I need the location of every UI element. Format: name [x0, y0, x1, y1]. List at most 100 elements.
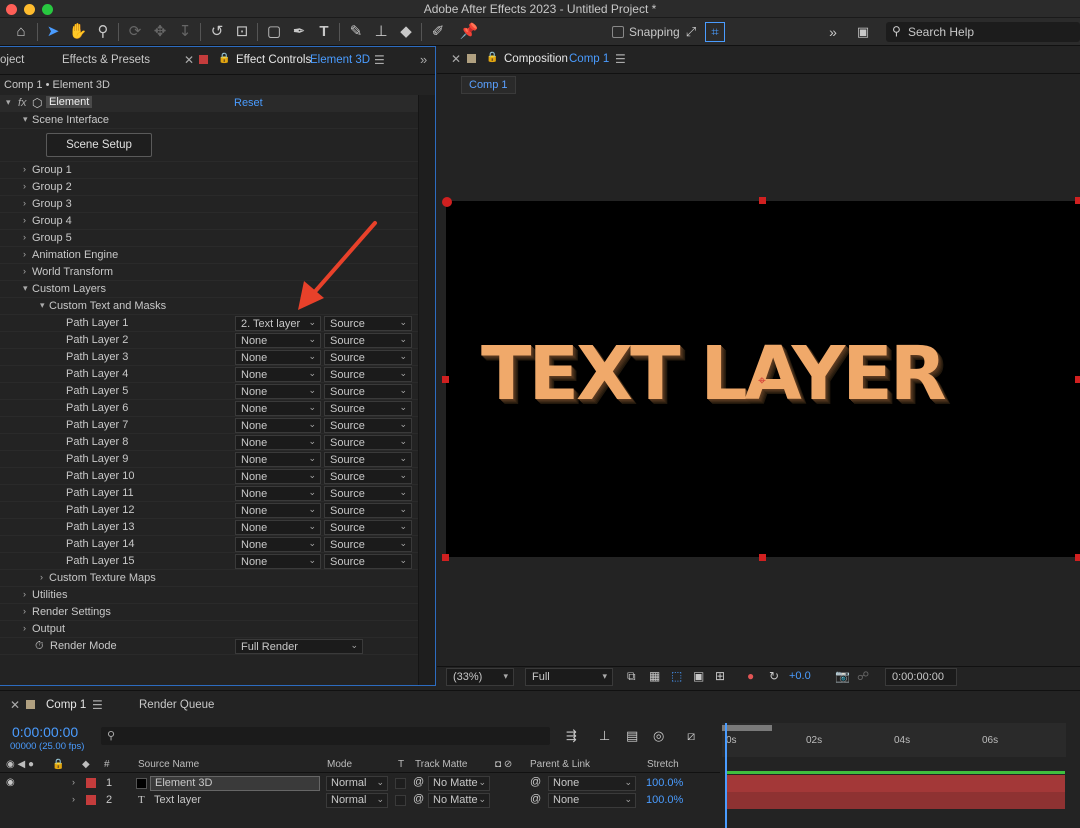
expand-twisty-icon[interactable]: › — [72, 794, 75, 804]
path-layer-select[interactable]: None ⌄ — [235, 537, 321, 552]
scene-setup-button[interactable]: Scene Setup — [46, 133, 152, 157]
current-time-field[interactable]: 0:00:00:00 — [885, 668, 957, 686]
motion-blur-icon[interactable]: ◎ — [653, 728, 664, 744]
mask-visibility-icon[interactable]: ⬚ — [671, 669, 682, 683]
grid-guides-icon[interactable]: ⊞ — [715, 669, 725, 683]
effect-group-row[interactable]: › Group 1 — [0, 162, 418, 179]
search-help-box[interactable]: ⚲ — [886, 22, 1080, 42]
draft-3d-icon[interactable]: ⊥ — [599, 728, 610, 744]
path-source-select[interactable]: Source ⌄ — [324, 520, 412, 535]
track-matte-select[interactable]: No Matte ⌄ — [428, 793, 490, 808]
blend-mode-select[interactable]: Normal ⌄ — [326, 776, 388, 791]
timeline-search-input[interactable]: ⚲ — [101, 727, 550, 745]
path-layer-select[interactable]: None ⌄ — [235, 435, 321, 450]
tab-effect-controls-layer[interactable]: Element 3D — [310, 54, 370, 66]
layer-label-color[interactable] — [86, 778, 96, 788]
panel-menu-icon[interactable]: ☰ — [374, 53, 385, 67]
path-source-select[interactable]: Source ⌄ — [324, 435, 412, 450]
expand-twisty-icon[interactable]: › — [23, 623, 26, 633]
lock-column-icon[interactable]: 🔒 — [52, 759, 64, 770]
column-t[interactable]: T — [398, 759, 404, 770]
dolly-icon[interactable]: ↧ — [174, 21, 196, 43]
expand-twisty-icon[interactable]: › — [72, 777, 75, 787]
snap-features-icon[interactable]: ⌗ — [705, 22, 725, 42]
av-features-icon[interactable]: ◉ ◀ ● — [6, 759, 34, 770]
expand-twisty-icon[interactable]: › — [23, 606, 26, 616]
layer-bar-element-3d[interactable] — [727, 775, 1065, 792]
render-settings-row[interactable]: › Render Settings — [0, 604, 418, 621]
visibility-eye-icon[interactable]: ◉ — [6, 777, 15, 788]
workspace-icon[interactable]: ▣ — [852, 21, 874, 43]
table-row[interactable]: › 2 T Text layer Normal ⌄ @ No Matte ⌄ @ No… — [0, 792, 720, 809]
parent-pickwhip-icon[interactable]: @ — [530, 793, 541, 805]
pan-behind-icon[interactable]: ⊡ — [231, 21, 253, 43]
stretch-value[interactable]: 100.0% — [646, 794, 683, 806]
close-tab-icon[interactable]: ✕ — [10, 698, 20, 712]
expand-twisty-icon[interactable]: › — [23, 249, 26, 259]
path-source-select[interactable]: Source ⌄ — [324, 401, 412, 416]
render-mode-select[interactable]: Full Render ⌄ — [235, 639, 363, 654]
edge-handle[interactable] — [759, 554, 766, 561]
path-source-select[interactable]: Source ⌄ — [324, 554, 412, 569]
label-column-icon[interactable]: ◆ — [82, 759, 90, 770]
path-source-select[interactable]: Source ⌄ — [324, 384, 412, 399]
close-tab-icon[interactable]: ✕ — [451, 52, 461, 66]
path-layer-select[interactable]: None ⌄ — [235, 503, 321, 518]
expand-twisty-icon[interactable]: › — [23, 266, 26, 276]
table-row[interactable]: ◉ › 1 Element 3D Normal ⌄ @ No Matte ⌄ @ N… — [0, 775, 720, 792]
color-channels-icon[interactable]: ● — [747, 669, 754, 683]
path-source-select[interactable]: Source ⌄ — [324, 469, 412, 484]
reset-exposure-icon[interactable]: ↻ — [769, 669, 779, 683]
path-source-select[interactable]: Source ⌄ — [324, 333, 412, 348]
orbit-icon[interactable]: ⟳ — [124, 21, 146, 43]
utilities-row[interactable]: › Utilities — [0, 587, 418, 604]
path-layer-select[interactable]: None ⌄ — [235, 333, 321, 348]
exposure-value[interactable]: +0.0 — [789, 670, 811, 682]
path-layer-select[interactable]: None ⌄ — [235, 350, 321, 365]
edge-handle[interactable] — [1075, 376, 1080, 383]
path-source-select[interactable]: Source ⌄ — [324, 486, 412, 501]
snapshot-icon[interactable]: 📷 — [835, 669, 850, 683]
rotate-tool-icon[interactable]: ↺ — [206, 21, 228, 43]
tab-composition[interactable]: Composition — [504, 53, 568, 65]
search-help-input[interactable] — [908, 22, 1076, 42]
tab-render-queue[interactable]: Render Queue — [139, 699, 214, 711]
comp-viewer-tab[interactable]: Comp 1 — [461, 76, 516, 94]
roto-brush-icon[interactable]: ✐ — [427, 21, 449, 43]
tab-effects-presets[interactable]: Effects & Presets — [62, 54, 150, 66]
lock-icon[interactable]: 🔒 — [218, 53, 230, 64]
comp-flowchart-icon[interactable]: ⇶ — [566, 728, 577, 744]
path-source-select[interactable]: Source ⌄ — [324, 367, 412, 382]
path-source-select[interactable]: Source ⌄ — [324, 418, 412, 433]
fast-previews-icon[interactable]: ⧉ — [627, 669, 636, 684]
collapse-twisty-icon[interactable]: ▾ — [40, 300, 45, 311]
effect-header-row[interactable]: ▾ fx ⬡ Element Reset — [0, 95, 418, 112]
track-matte-pickwhip-icon[interactable]: @ — [413, 793, 424, 805]
effect-group-row[interactable]: › Group 3 — [0, 196, 418, 213]
path-layer-select[interactable]: None ⌄ — [235, 418, 321, 433]
home-icon[interactable]: ⌂ — [10, 21, 32, 43]
corner-handle[interactable] — [442, 554, 449, 561]
timeline-timecode[interactable]: 0:00:00:00 — [12, 724, 78, 740]
path-layer-select[interactable]: None ⌄ — [235, 401, 321, 416]
path-layer-select[interactable]: 2. Text layer ⌄ — [235, 316, 321, 331]
resolution-dropdown[interactable]: Full ▾ — [525, 668, 613, 686]
puppet-pin-icon[interactable]: 📌 — [458, 21, 480, 43]
lock-icon[interactable]: 🔒 — [486, 52, 498, 63]
path-source-select[interactable]: Source ⌄ — [324, 350, 412, 365]
column-parent-link[interactable]: Parent & Link — [530, 759, 590, 770]
transparency-grid-icon[interactable]: ▦ — [649, 669, 660, 683]
track-matte-pickwhip-icon[interactable]: @ — [413, 776, 424, 788]
fx-icon[interactable]: fx — [18, 97, 27, 109]
switches-icon[interactable]: ◘ ⊘ — [495, 759, 512, 770]
overflow-chevron-icon[interactable]: » — [822, 21, 844, 43]
reset-link[interactable]: Reset — [234, 97, 263, 109]
parent-select[interactable]: None ⌄ — [548, 793, 636, 808]
column-stretch[interactable]: Stretch — [647, 759, 679, 770]
path-source-select[interactable]: Source ⌄ — [324, 503, 412, 518]
layer-bar-text-layer[interactable] — [727, 792, 1065, 809]
path-layer-select[interactable]: None ⌄ — [235, 469, 321, 484]
brush-tool-icon[interactable]: ✎ — [345, 21, 367, 43]
output-row[interactable]: › Output — [0, 621, 418, 638]
expand-twisty-icon[interactable]: › — [40, 572, 43, 582]
